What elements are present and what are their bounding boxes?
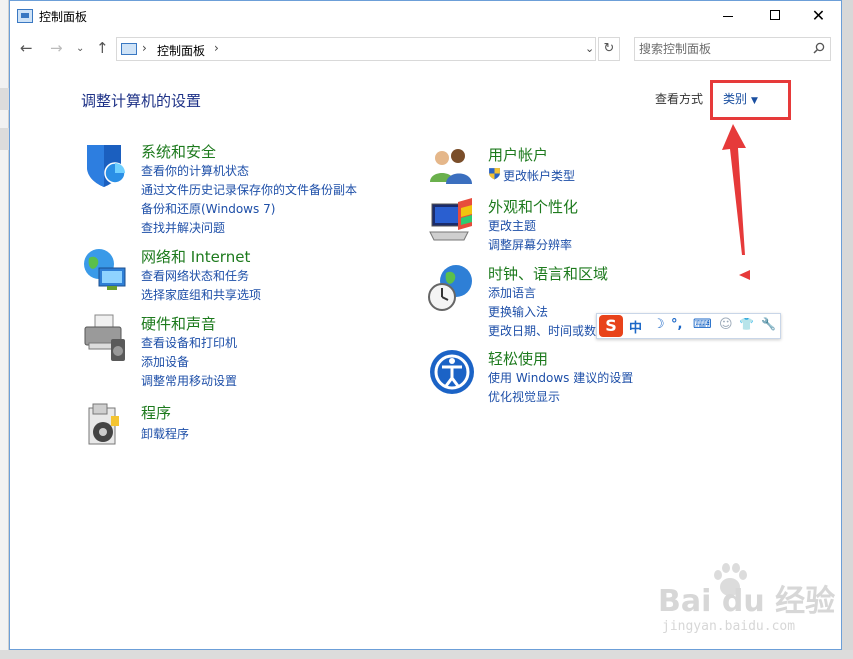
page-title: 调整计算机的设置 (81, 92, 202, 110)
category-title[interactable]: 时钟、语言和区域 (488, 263, 608, 284)
category-title[interactable]: 程序 (141, 402, 171, 423)
ime-mode-toggle[interactable]: 中 (629, 317, 642, 336)
background-right-edge (842, 0, 853, 659)
category-title[interactable]: 轻松使用 (488, 348, 548, 369)
annotation-highlight-box (710, 80, 791, 120)
category-link[interactable]: 使用 Windows 建议的设置 (488, 369, 633, 386)
chevron-right-icon[interactable]: › (214, 41, 219, 55)
clock-globe-icon (428, 265, 472, 311)
background-window-edge (0, 0, 9, 659)
wrench-icon[interactable]: 🔧 (761, 317, 776, 331)
category-link[interactable]: 调整常用移动设置 (141, 372, 237, 389)
category-title[interactable]: 网络和 Internet (141, 246, 250, 267)
watermark-logo: Bai du 经验 (658, 584, 836, 619)
punctuation-icon[interactable]: °, (671, 317, 682, 332)
up-button[interactable]: ↑ (96, 39, 109, 57)
recent-locations-dropdown[interactable]: ⌄ (76, 43, 84, 54)
category-title[interactable]: 外观和个性化 (488, 196, 578, 217)
printer-icon (84, 314, 125, 361)
address-breadcrumb[interactable]: 控制面板 (157, 42, 205, 59)
navigation-bar: ← → ⌄ ↑ › 控制面板 › ⌄ ↻ (10, 35, 841, 63)
watermark-url: jingyan.baidu.com (662, 619, 796, 634)
control-panel-icon (121, 43, 137, 55)
search-input[interactable] (639, 40, 809, 58)
category-title[interactable]: 系统和安全 (141, 141, 216, 162)
category-link[interactable]: 查看网络状态和任务 (141, 267, 249, 284)
refresh-button[interactable]: ↻ (598, 37, 620, 61)
category-link[interactable]: 卸载程序 (141, 425, 189, 442)
control-panel-icon (17, 9, 33, 23)
appearance-icon (429, 198, 472, 241)
control-panel-window: 控制面板 ✕ ← → ⌄ ↑ › 控制面板 › ⌄ ↻ 调整计算机的设置 查看方… (9, 0, 842, 650)
chevron-right-icon: › (142, 41, 147, 55)
forward-button[interactable]: → (50, 39, 63, 57)
category-link[interactable]: 通过文件历史记录保存你的文件备份副本 (141, 181, 357, 198)
minimize-icon (722, 16, 733, 17)
close-button[interactable]: ✕ (796, 1, 841, 32)
category-link[interactable]: 更改日期、时间或数 (488, 322, 596, 339)
category-link[interactable]: 备份和还原(Windows 7) (141, 200, 275, 217)
keyboard-icon[interactable]: ⌨ (693, 317, 712, 332)
search-box[interactable] (634, 37, 831, 61)
search-icon[interactable] (813, 42, 825, 54)
view-by-label: 查看方式 (655, 92, 704, 106)
category-link[interactable]: 优化视觉显示 (488, 388, 560, 405)
address-dropdown-button[interactable]: ⌄ (585, 42, 594, 55)
category-link[interactable]: 查找并解决问题 (141, 219, 225, 236)
category-link[interactable]: 调整屏幕分辨率 (488, 236, 572, 253)
moon-icon[interactable]: ☽ (653, 317, 665, 332)
address-bar[interactable]: › 控制面板 › ⌄ (116, 37, 596, 61)
title-bar[interactable]: 控制面板 ✕ (10, 1, 841, 32)
category-link[interactable]: 查看设备和打印机 (141, 334, 237, 351)
maximize-button[interactable] (752, 1, 797, 32)
users-icon (430, 149, 472, 184)
minimize-button[interactable] (705, 1, 750, 32)
ease-of-access-icon (430, 350, 474, 394)
category-link[interactable]: 更改主题 (488, 217, 536, 234)
background-bar (0, 88, 9, 110)
window-title: 控制面板 (39, 10, 88, 24)
background-bar (0, 128, 9, 150)
skin-icon[interactable]: 👕 (739, 317, 754, 331)
ime-toolbar[interactable]: S 中 ☽ °, ⌨ ☺ 👕 🔧 (596, 313, 781, 339)
category-title[interactable]: 硬件和声音 (141, 313, 216, 334)
network-globe-icon (84, 249, 126, 290)
background-bottom-edge (0, 650, 853, 659)
category-title[interactable]: 用户帐户 (488, 144, 548, 165)
user-icon[interactable]: ☺ (719, 317, 733, 332)
uac-shield-icon (489, 168, 500, 180)
category-link[interactable]: 添加语言 (488, 284, 536, 301)
category-link[interactable]: 添加设备 (141, 353, 189, 370)
sogou-logo-icon[interactable]: S (599, 315, 623, 337)
programs-icon (88, 403, 119, 445)
category-link[interactable]: 更换输入法 (488, 303, 548, 320)
shield-icon (87, 145, 126, 187)
category-link[interactable]: 查看你的计算机状态 (141, 162, 249, 179)
close-icon: ✕ (811, 6, 826, 25)
category-link[interactable]: 更改帐户类型 (503, 167, 575, 184)
category-link[interactable]: 选择家庭组和共享选项 (141, 286, 261, 303)
maximize-icon (769, 10, 780, 20)
back-button[interactable]: ← (20, 39, 33, 57)
